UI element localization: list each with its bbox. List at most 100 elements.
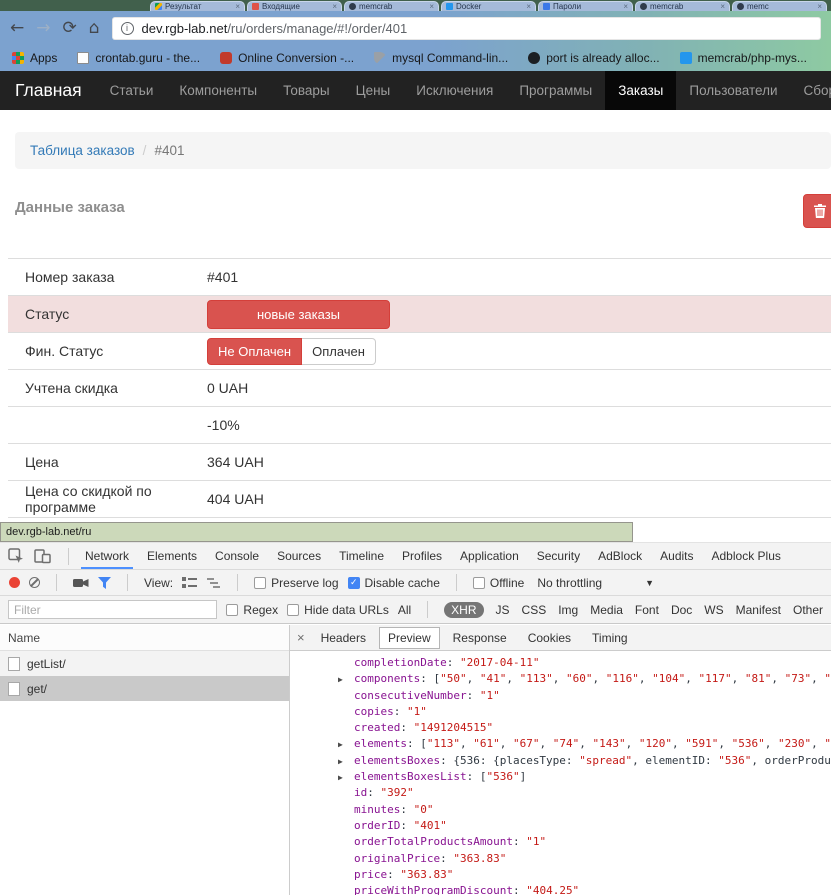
back-icon[interactable]: ←	[10, 20, 24, 37]
caret-down-icon[interactable]: ▼	[645, 578, 654, 588]
devtools-tab[interactable]: Audits	[651, 543, 702, 569]
tab-close-icon[interactable]: ×	[623, 2, 628, 11]
address-bar[interactable]: i dev.rgb-lab.net/ru/orders/manage/#!/or…	[112, 17, 821, 40]
expand-arrow-icon[interactable]: ▶	[338, 770, 354, 786]
screenshot-camera-icon[interactable]	[73, 577, 89, 589]
nav-item[interactable]: Заказы	[605, 71, 676, 110]
browser-tab[interactable]: memcrab ×	[635, 1, 730, 11]
tab-close-icon[interactable]: ×	[720, 2, 725, 11]
json-tree-line[interactable]: ▶elementsBoxesList: ["536"]	[290, 769, 831, 785]
devtools-tab[interactable]: Timeline	[330, 543, 393, 569]
nav-item[interactable]: Компоненты	[166, 71, 270, 110]
devtools-tab[interactable]: Profiles	[393, 543, 451, 569]
inspect-element-icon[interactable]	[8, 548, 24, 564]
browser-tab[interactable]: Результат ×	[150, 1, 245, 11]
json-tree-line[interactable]: ▶components: ["50", "41", "113", "60", "…	[290, 671, 831, 687]
home-icon[interactable]: ⌂	[89, 20, 100, 37]
browser-tab[interactable]: memc ×	[732, 1, 827, 11]
filter-type[interactable]: Media	[590, 603, 623, 617]
tab-close-icon[interactable]: ×	[332, 2, 337, 11]
bookmark-item[interactable]: crontab.guru - the...	[77, 51, 200, 65]
bookmark-item[interactable]: Apps	[12, 51, 57, 65]
hide-data-urls-checkbox[interactable]: Hide data URLs	[287, 603, 389, 617]
view-list-icon[interactable]	[182, 577, 197, 589]
filter-type[interactable]: Other	[793, 603, 823, 617]
reload-icon[interactable]: ⟳	[63, 20, 77, 37]
browser-tab[interactable]: Docker ×	[441, 1, 536, 11]
json-tree-line[interactable]: priceWithProgramDiscount: "404.25"	[290, 883, 831, 895]
delete-order-button[interactable]: У	[803, 194, 831, 228]
tab-close-icon[interactable]: ×	[235, 2, 240, 11]
json-tree-line[interactable]: minutes: "0"	[290, 802, 831, 818]
checkbox-icon[interactable]	[254, 577, 266, 589]
nav-item[interactable]: Программы	[506, 71, 605, 110]
unpaid-button[interactable]: Не Оплачен	[207, 338, 302, 365]
filter-type[interactable]: JS	[496, 603, 510, 617]
json-tree-line[interactable]: orderID: "401"	[290, 818, 831, 834]
filter-type[interactable]: Manifest	[736, 603, 781, 617]
nav-item[interactable]: Товары	[270, 71, 342, 110]
forward-icon[interactable]: →	[36, 20, 50, 37]
requests-header[interactable]: Name	[0, 625, 289, 651]
devtools-tab[interactable]: Console	[206, 543, 268, 569]
record-icon[interactable]	[9, 577, 20, 588]
view-waterfall-icon[interactable]	[206, 577, 221, 589]
json-tree-line[interactable]: orderTotalProductsAmount: "1"	[290, 834, 831, 850]
checkbox-icon[interactable]	[287, 604, 299, 616]
detail-tab[interactable]: Headers	[313, 628, 374, 648]
expand-arrow-icon[interactable]: ▶	[338, 737, 354, 753]
checkbox-icon[interactable]	[348, 577, 360, 589]
detail-tab[interactable]: Preview	[379, 627, 440, 649]
filter-type[interactable]: Doc	[671, 603, 692, 617]
expand-arrow-icon[interactable]: ▶	[338, 672, 354, 688]
devtools-tab[interactable]: AdBlock	[589, 543, 651, 569]
nav-item[interactable]: Статьи	[97, 71, 167, 110]
paid-button[interactable]: Оплачен	[302, 338, 376, 365]
filter-type[interactable]: Font	[635, 603, 659, 617]
bookmark-item[interactable]: memcrab/php-mys...	[680, 51, 807, 65]
detail-tab[interactable]: Cookies	[520, 628, 579, 648]
request-row[interactable]: getList/	[0, 651, 289, 676]
filter-input[interactable]	[8, 600, 217, 619]
filter-type[interactable]: CSS	[522, 603, 547, 617]
nav-item[interactable]: Сборка	[791, 71, 831, 110]
nav-item[interactable]: Пользователи	[676, 71, 790, 110]
checkbox-icon[interactable]	[226, 604, 238, 616]
url-text[interactable]: dev.rgb-lab.net/ru/orders/manage/#!/orde…	[142, 21, 408, 36]
close-icon[interactable]: ×	[297, 630, 305, 645]
json-tree-line[interactable]: price: "363.83"	[290, 867, 831, 883]
request-row[interactable]: get/	[0, 676, 289, 701]
detail-tab[interactable]: Response	[445, 628, 515, 648]
devtools-tab[interactable]: Sources	[268, 543, 330, 569]
bookmark-item[interactable]: Online Conversion -...	[220, 51, 354, 65]
nav-item[interactable]: Цены	[343, 71, 404, 110]
checkbox-icon[interactable]	[473, 577, 485, 589]
devtools-tab[interactable]: Elements	[138, 543, 206, 569]
filter-type[interactable]: XHR	[444, 602, 483, 618]
json-tree-line[interactable]: id: "392"	[290, 785, 831, 801]
tab-close-icon[interactable]: ×	[817, 2, 822, 11]
bookmark-item[interactable]: port is already alloc...	[528, 51, 659, 65]
throttling-select[interactable]: No throttling	[537, 576, 602, 590]
json-tree-line[interactable]: ▶elementsBoxes: {536: {placesType: "spre…	[290, 753, 831, 769]
devtools-tab[interactable]: Application	[451, 543, 528, 569]
bookmark-item[interactable]: mysql Command-lin...	[374, 51, 508, 65]
browser-tab[interactable]: memcrab ×	[344, 1, 439, 11]
json-tree-line[interactable]: created: "1491204515"	[290, 720, 831, 736]
json-tree-line[interactable]: originalPrice: "363.83"	[290, 851, 831, 867]
breadcrumb-link[interactable]: Таблица заказов	[30, 143, 135, 158]
devtools-tab[interactable]: Adblock Plus	[703, 543, 790, 569]
device-toolbar-icon[interactable]	[34, 549, 51, 564]
browser-tab[interactable]: Пароли ×	[538, 1, 633, 11]
tab-close-icon[interactable]: ×	[526, 2, 531, 11]
browser-tab[interactable]: Входящие ×	[247, 1, 342, 11]
nav-item[interactable]: Исключения	[403, 71, 506, 110]
filter-type[interactable]: Img	[558, 603, 578, 617]
tab-close-icon[interactable]: ×	[429, 2, 434, 11]
devtools-tab[interactable]: Network	[76, 543, 138, 569]
expand-arrow-icon[interactable]: ▶	[338, 754, 354, 770]
devtools-tab[interactable]: Security	[528, 543, 589, 569]
nav-item[interactable]: Главная	[0, 71, 97, 110]
json-tree-line[interactable]: consecutiveNumber: "1"	[290, 688, 831, 704]
filter-type-all[interactable]: All	[398, 603, 411, 617]
